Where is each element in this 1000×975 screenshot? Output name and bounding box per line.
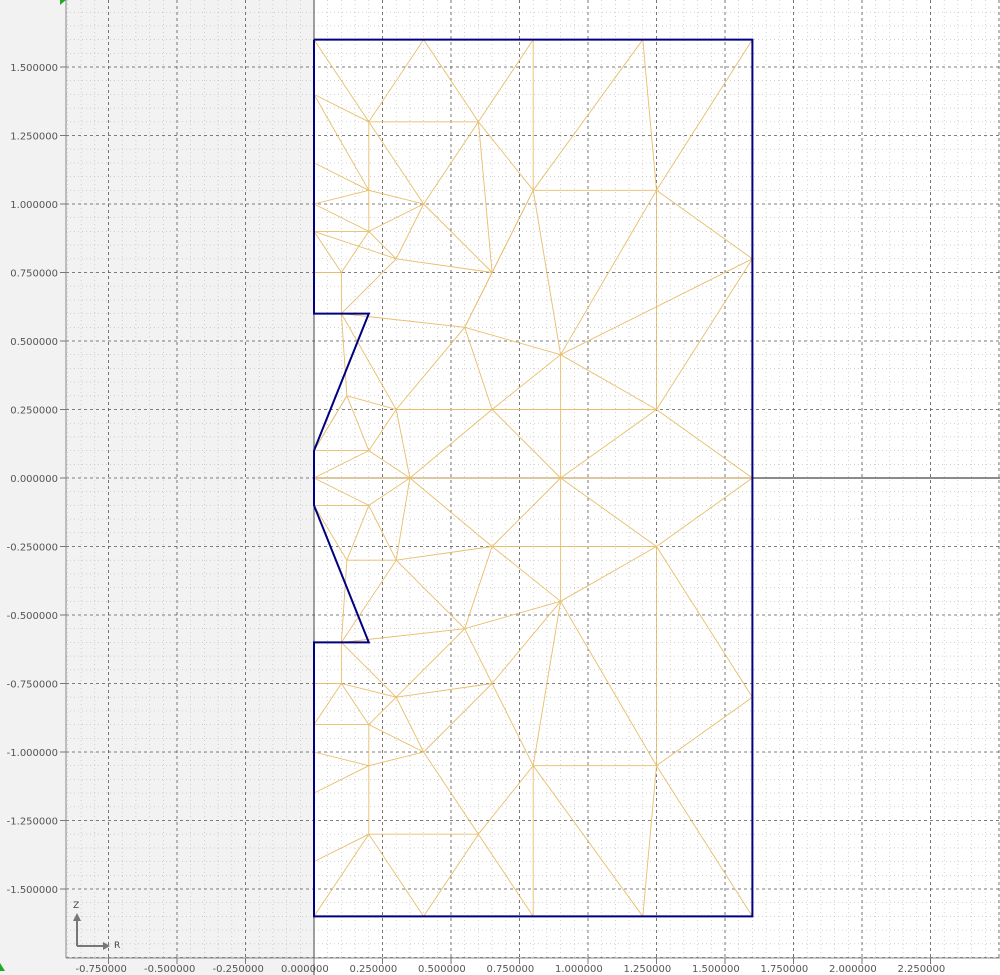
mesh-edge <box>396 258 493 273</box>
z-tick-label: -1.250000 <box>7 817 58 828</box>
mesh-canvas[interactable]: -0.750000 -0.500000 -0.250000 0.000000 0.250… <box>0 0 1000 975</box>
mesh-edge <box>313 683 342 725</box>
z-tick-label: 0.500000 <box>10 337 58 348</box>
mesh-edge <box>396 546 493 561</box>
mesh-edge <box>560 477 657 547</box>
r-tick-label: -0.750000 <box>76 964 127 975</box>
z-tick-label: -1.000000 <box>7 748 58 759</box>
mesh-edge <box>532 601 562 766</box>
mesh-edge <box>395 409 411 479</box>
triangle-mesh <box>313 39 753 917</box>
r-tick-label: -0.500000 <box>144 964 195 975</box>
triad-z-label: Z <box>73 901 79 911</box>
mesh-edge <box>560 409 657 479</box>
negative-r-region <box>0 0 314 975</box>
mesh-edge <box>491 477 561 547</box>
mesh-edge <box>368 121 424 205</box>
mesh-edge <box>341 231 370 273</box>
mesh-viewport[interactable]: -0.750000 -0.500000 -0.250000 0.000000 0.250… <box>0 0 1000 975</box>
r-tick-label: 1.500000 <box>692 964 740 975</box>
mesh-edge <box>395 628 466 698</box>
mesh-edge <box>656 765 753 917</box>
mesh-edge <box>491 409 561 479</box>
mesh-edge <box>395 696 425 753</box>
z-tick-label: 1.500000 <box>10 63 58 74</box>
mesh-edge <box>341 313 465 328</box>
mesh-edge <box>656 696 753 767</box>
mesh-edge <box>478 765 534 835</box>
mesh-edge <box>409 409 493 479</box>
mesh-edge <box>642 765 657 917</box>
z-tick-label: 1.250000 <box>10 132 58 143</box>
mesh-edge <box>656 39 753 191</box>
r-tick-label: 0.250000 <box>350 964 398 975</box>
r-tick-label: 0.500000 <box>418 964 466 975</box>
mesh-edge <box>368 39 424 123</box>
r-tick-label: 2.000000 <box>829 964 877 975</box>
r-tick-label: 0.750000 <box>487 964 535 975</box>
triad-r-label: R <box>114 941 120 951</box>
z-tick-label: 1.000000 <box>10 200 58 211</box>
r-tick-label: -0.250000 <box>213 964 264 975</box>
mesh-edge <box>313 751 369 767</box>
mesh-edge <box>341 628 465 643</box>
mesh-edge <box>395 559 466 630</box>
mesh-edge <box>656 258 753 410</box>
mesh-edge <box>423 203 493 273</box>
mesh-edge <box>396 683 493 698</box>
r-tick-label: 1.000000 <box>555 964 603 975</box>
z-tick-label: 0.750000 <box>10 269 58 280</box>
r-tick-label: 2.250000 <box>898 964 946 975</box>
r-tick-label: 0.000000 <box>281 964 329 975</box>
z-tick-label: 0.250000 <box>10 406 58 417</box>
mesh-edge <box>464 327 493 410</box>
mesh-edge <box>423 683 493 753</box>
r-tick-label: 1.750000 <box>761 964 809 975</box>
z-tick-label: -0.500000 <box>7 611 58 622</box>
mesh-edge <box>656 546 753 698</box>
z-tick-label: -0.750000 <box>7 680 58 691</box>
mesh-edge <box>656 189 753 260</box>
mesh-edge <box>656 409 753 479</box>
mesh-edge <box>346 395 397 410</box>
z-tick-label: -1.500000 <box>7 885 58 896</box>
z-tick-label: 0.000000 <box>10 474 58 485</box>
mesh-edge <box>477 121 493 273</box>
r-tick-label: 1.250000 <box>624 964 672 975</box>
mesh-edge <box>532 190 562 355</box>
mesh-edge <box>313 231 342 273</box>
mesh-edge <box>341 258 397 314</box>
mesh-edge <box>368 505 397 561</box>
mesh-edge <box>656 477 753 547</box>
mesh-edge <box>368 751 424 767</box>
z-tick-label: -0.250000 <box>7 543 58 554</box>
mesh-edge <box>642 39 657 191</box>
